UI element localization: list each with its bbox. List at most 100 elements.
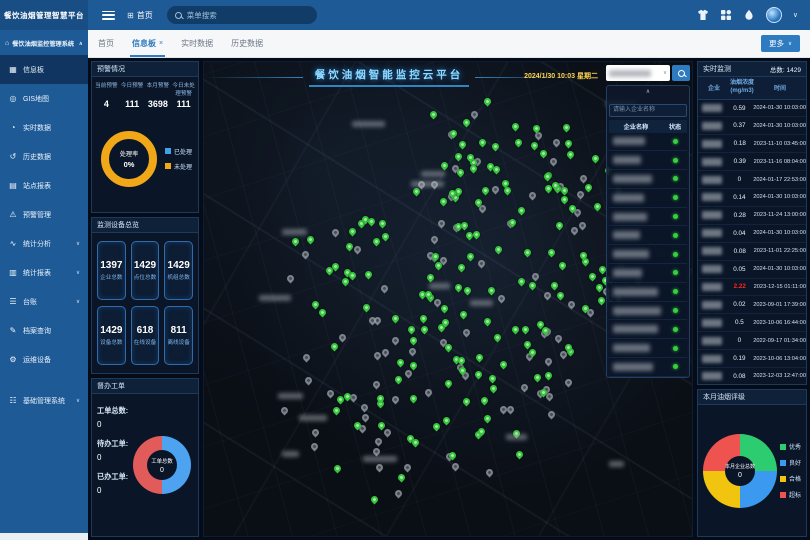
map-pin[interactable] (543, 291, 553, 301)
map-pin[interactable] (440, 304, 450, 314)
map-pin[interactable] (364, 270, 374, 280)
map-pin[interactable] (576, 190, 586, 200)
tab-4[interactable]: 历史数据 (231, 30, 263, 57)
map-pin[interactable] (514, 138, 524, 148)
realtime-row[interactable]: 0.082023-12-03 12:47:00 (698, 368, 806, 384)
map-pin[interactable] (420, 325, 430, 335)
sidebar-section-header[interactable]: ⌂ 餐饮油烟监控管理系统 ∧ (0, 30, 88, 55)
enterprise-row[interactable] (609, 320, 687, 339)
realtime-rows[interactable]: 0.592024-01-30 10:03:000.372024-01-30 10… (698, 100, 806, 384)
map-pin[interactable] (396, 358, 406, 368)
map-pin[interactable] (367, 217, 377, 227)
map-pin[interactable] (372, 447, 382, 457)
device-stat-card[interactable]: 1397企业总数 (97, 241, 126, 300)
map-pin[interactable] (432, 422, 442, 432)
map-pin[interactable] (429, 110, 439, 120)
map-pin[interactable] (280, 406, 290, 416)
map-pin[interactable] (459, 310, 469, 320)
map-pin[interactable] (480, 396, 490, 406)
realtime-row[interactable]: 0.022023-09-01 17:39:00 (698, 296, 806, 314)
map-pin[interactable] (301, 250, 311, 260)
tab-1[interactable]: 首页 (98, 30, 114, 57)
tab-3[interactable]: 实时数据 (181, 30, 213, 57)
map-pin[interactable] (460, 221, 470, 231)
map-pin[interactable] (593, 202, 603, 212)
map-pin[interactable] (517, 206, 527, 216)
map-pin[interactable] (481, 186, 491, 196)
map-pin[interactable] (470, 110, 480, 120)
map-pin[interactable] (511, 325, 521, 335)
map-pin[interactable] (494, 245, 504, 255)
realtime-row[interactable]: 0.182023-11-10 03:45:00 (698, 135, 806, 153)
map-pin[interactable] (332, 406, 342, 416)
map-pin[interactable] (521, 325, 531, 335)
realtime-row[interactable]: 02024-01-17 22:53:00 (698, 171, 806, 189)
map-pin[interactable] (466, 252, 476, 262)
map-pin[interactable] (456, 168, 466, 178)
map-pin[interactable] (451, 462, 461, 472)
user-avatar[interactable] (766, 7, 782, 23)
realtime-row[interactable]: 0.042024-01-30 10:03:00 (698, 225, 806, 243)
map-pin[interactable] (330, 342, 340, 352)
map-pin[interactable] (361, 413, 371, 423)
map-pin[interactable] (478, 138, 488, 148)
map-pin[interactable] (394, 489, 404, 499)
map-pin[interactable] (311, 300, 321, 310)
map-pin[interactable] (544, 357, 554, 367)
map-pin[interactable] (578, 221, 588, 231)
map-pin[interactable] (331, 228, 341, 238)
sidebar-item[interactable]: ☷基础管理系统∨ (0, 386, 88, 415)
sidebar-item[interactable]: ▦信息板 (0, 55, 88, 84)
map-pin[interactable] (483, 97, 493, 107)
device-stat-card[interactable]: 1429点位总数 (131, 241, 160, 300)
enterprise-search-input[interactable] (609, 104, 687, 117)
realtime-row[interactable]: 0.082023-11-01 22:25:00 (698, 243, 806, 261)
device-stat-card[interactable]: 1429机组总数 (164, 241, 193, 300)
sidebar-item[interactable]: ∿统计分析∨ (0, 229, 88, 258)
chevron-down-icon[interactable]: ∨ (793, 11, 798, 19)
tab-2[interactable]: 信息板× (132, 30, 163, 57)
sidebar-item[interactable]: ⚙运维设备 (0, 345, 88, 374)
map-pin[interactable] (424, 388, 434, 398)
map-pin[interactable] (463, 286, 473, 296)
device-stat-card[interactable]: 618在线设备 (131, 306, 160, 365)
map-pin[interactable] (370, 495, 380, 505)
map-pin[interactable] (454, 283, 464, 293)
map-pin[interactable] (550, 281, 560, 291)
device-stat-card[interactable]: 811离线设备 (164, 306, 193, 365)
map-pin[interactable] (391, 336, 401, 346)
map-pin[interactable] (286, 274, 296, 284)
map-pin[interactable] (419, 314, 429, 324)
map-pin[interactable] (487, 286, 497, 296)
enterprise-row[interactable] (609, 302, 687, 321)
enterprise-row[interactable] (609, 208, 687, 227)
map-pin[interactable] (485, 468, 495, 478)
realtime-row[interactable]: 0.372024-01-30 10:03:00 (698, 117, 806, 135)
enterprise-row[interactable] (609, 189, 687, 208)
map-pin[interactable] (444, 343, 454, 353)
sidebar-item[interactable]: ✎档案查询 (0, 316, 88, 345)
map-pin[interactable] (394, 375, 404, 385)
map-pin[interactable] (408, 347, 418, 357)
map[interactable]: 餐饮油烟智能监控云平台 2024/1/30 10:03 星期二 ∨ ∧ (203, 61, 693, 537)
map-pin[interactable] (556, 291, 566, 301)
map-pin[interactable] (437, 219, 447, 229)
map-pin[interactable] (383, 428, 393, 438)
map-pin[interactable] (570, 226, 580, 236)
enterprise-row[interactable] (609, 358, 687, 377)
map-pin[interactable] (511, 122, 521, 132)
map-pin[interactable] (457, 263, 467, 273)
map-pin[interactable] (462, 397, 472, 407)
map-pin[interactable] (549, 157, 559, 167)
map-pin[interactable] (483, 317, 493, 327)
map-pin[interactable] (462, 118, 472, 128)
realtime-row[interactable]: 0.192023-10-06 13:04:00 (698, 350, 806, 368)
map-pin[interactable] (381, 232, 391, 242)
map-pin[interactable] (497, 294, 507, 304)
map-pin[interactable] (544, 371, 554, 381)
apps-layout-icon[interactable] (720, 9, 732, 21)
map-pin[interactable] (444, 379, 454, 389)
sidebar-item[interactable]: ↺历史数据 (0, 142, 88, 171)
map-pin[interactable] (531, 272, 541, 282)
map-pin[interactable] (579, 174, 589, 184)
